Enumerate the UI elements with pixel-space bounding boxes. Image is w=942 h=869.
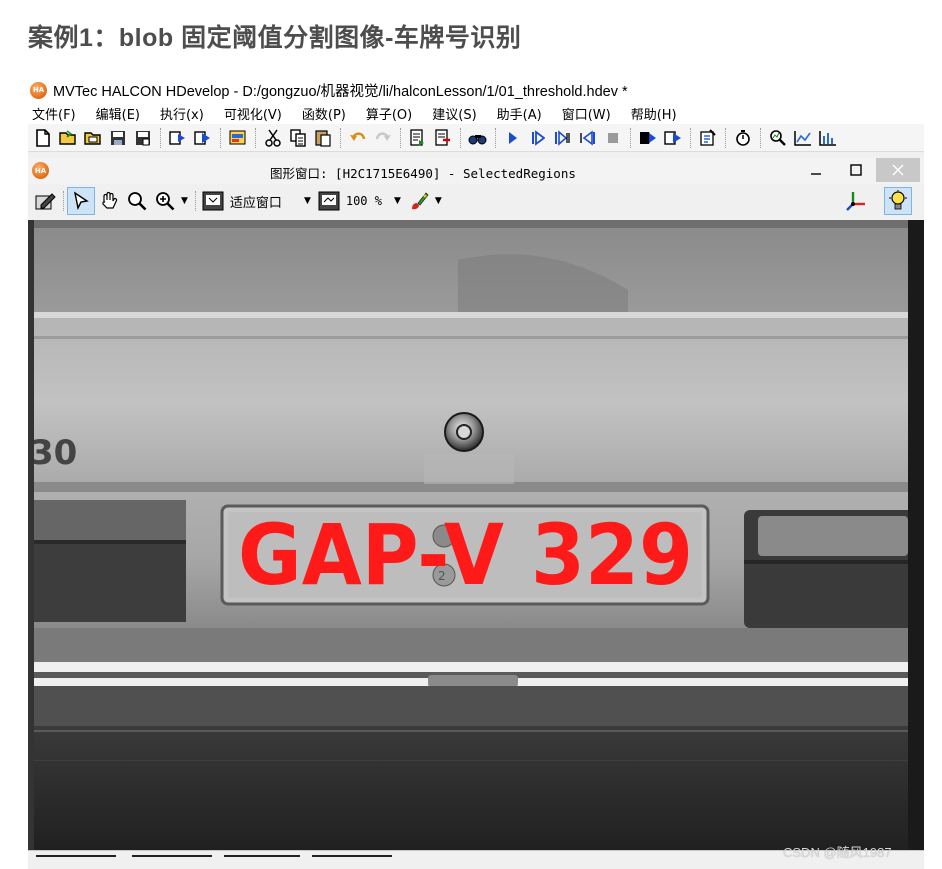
toolbar-separator [63, 191, 64, 211]
axes-3d-icon[interactable] [842, 187, 870, 215]
zoom-in-icon[interactable] [151, 187, 179, 215]
graphics-toolbar: ▼ 适应窗口 ▼ 100 % ▼ ▼ [28, 184, 924, 218]
find-icon[interactable] [467, 127, 489, 149]
profiler-icon[interactable] [732, 127, 754, 149]
copy-icon[interactable] [287, 127, 309, 149]
tab-placeholder[interactable] [312, 855, 392, 866]
app-title: MVTec HALCON HDevelop - D:/gongzuo/机器视觉/… [53, 83, 628, 100]
reset-program-icon[interactable] [637, 127, 659, 149]
menu-file[interactable]: 文件(F) [32, 104, 76, 123]
car-image: 30 2 GAP-V 329 [28, 220, 924, 851]
fit-window-icon[interactable] [199, 187, 227, 215]
toolbar-separator [760, 127, 761, 148]
chevron-down-icon[interactable]: ▼ [435, 196, 442, 206]
magnify-icon[interactable] [123, 187, 151, 215]
toolbar-separator [460, 127, 461, 148]
main-toolbar [28, 124, 924, 152]
toolbar-separator [160, 127, 161, 148]
open-file-icon[interactable] [57, 127, 79, 149]
maximize-button[interactable] [836, 158, 876, 182]
zoom-percent-icon[interactable] [315, 187, 343, 215]
insert-procedure-icon[interactable] [167, 127, 189, 149]
program-window-icon[interactable] [227, 127, 249, 149]
toolbar-separator [400, 127, 401, 148]
save-icon[interactable] [107, 127, 129, 149]
step-out-icon[interactable] [577, 127, 599, 149]
zoom-value: 100 % [345, 194, 382, 208]
toolbar-separator [725, 127, 726, 148]
fit-window-label: 适应窗口 [229, 195, 282, 211]
cut-icon[interactable] [262, 127, 284, 149]
toolbar-separator [255, 127, 256, 148]
segmented-plate-text: GAP-V 329 [238, 506, 693, 604]
chevron-down-icon[interactable]: ▼ [394, 196, 401, 206]
menu-bar: 文件(F) 编辑(E) 执行(x) 可视化(V) 函数(P) 算子(O) 建议(… [28, 102, 924, 124]
menu-visualization[interactable]: 可视化(V) [224, 104, 282, 123]
graphics-window-titlebar: HA 图形窗口: [H2C1715E6490] - SelectedRegion… [28, 158, 924, 184]
graphics-window-title: 图形窗口: [H2C1715E6490] - SelectedRegions [270, 166, 576, 181]
chevron-down-icon[interactable]: ▼ [304, 196, 311, 206]
article-title: 案例1：blob 固定阈值分割图像-车牌号识别 [28, 24, 522, 52]
toolbar-separator [194, 191, 196, 211]
menu-suggestions[interactable]: 建议(S) [432, 104, 476, 123]
halcon-logo-icon: HA [32, 162, 49, 179]
new-file-icon[interactable] [32, 127, 54, 149]
close-button[interactable] [876, 158, 920, 182]
toolbar-separator [495, 127, 496, 148]
toolbar-separator [690, 127, 691, 148]
menu-execute[interactable]: 执行(x) [160, 104, 204, 123]
toolbar-separator [220, 127, 221, 148]
reset-procedure-icon[interactable] [662, 127, 684, 149]
pan-hand-icon[interactable] [95, 187, 123, 215]
feature-histogram-icon[interactable] [817, 127, 839, 149]
variable-inspect-icon[interactable] [697, 127, 719, 149]
redo-icon[interactable] [372, 127, 394, 149]
undo-icon[interactable] [347, 127, 369, 149]
menu-window[interactable]: 窗口(W) [562, 104, 611, 123]
tab-placeholder[interactable] [224, 855, 300, 866]
menu-help[interactable]: 帮助(H) [631, 104, 677, 123]
pointer-tool-icon[interactable] [67, 187, 95, 215]
hdevelop-window: HA MVTec HALCON HDevelop - D:/gongzuo/机器… [28, 78, 924, 869]
toolbar-separator [340, 127, 341, 148]
toolbar-separator [630, 127, 631, 148]
run-icon[interactable] [502, 127, 524, 149]
tab-placeholder[interactable] [36, 855, 116, 866]
deactivate-line-icon[interactable] [432, 127, 454, 149]
minimize-button[interactable] [796, 158, 836, 182]
zoom-combo[interactable]: 100 % ▼ [343, 194, 405, 208]
menu-operators[interactable]: 算子(O) [366, 104, 412, 123]
tab-placeholder[interactable] [132, 855, 212, 866]
save-as-icon[interactable] [132, 127, 154, 149]
stop-icon[interactable] [602, 127, 624, 149]
menu-procedures[interactable]: 函数(P) [302, 104, 346, 123]
app-titlebar: HA MVTec HALCON HDevelop - D:/gongzuo/机器… [28, 78, 924, 102]
image-viewport[interactable]: 30 2 GAP-V 329 [28, 220, 924, 851]
chevron-down-icon[interactable]: ▼ [181, 196, 188, 206]
paint-brush-icon[interactable] [405, 187, 433, 215]
step-into-icon[interactable] [552, 127, 574, 149]
fit-window-combo[interactable]: 适应窗口 ▼ [227, 192, 315, 211]
paste-icon[interactable] [312, 127, 334, 149]
step-over-icon[interactable] [527, 127, 549, 149]
activate-line-icon[interactable] [407, 127, 429, 149]
halcon-logo-icon: HA [30, 81, 47, 99]
watermark: CSDN @随风1987 [783, 845, 892, 860]
open-recent-icon[interactable] [82, 127, 104, 149]
zoom-window-icon[interactable] [767, 127, 789, 149]
edit-pencil-icon[interactable] [32, 187, 60, 215]
lightbulb-icon[interactable] [884, 187, 912, 215]
gray-histogram-icon[interactable] [792, 127, 814, 149]
menu-edit[interactable]: 编辑(E) [96, 104, 140, 123]
menu-assistants[interactable]: 助手(A) [497, 104, 542, 123]
run-procedure-icon[interactable] [192, 127, 214, 149]
car-badge: 30 [30, 433, 77, 473]
